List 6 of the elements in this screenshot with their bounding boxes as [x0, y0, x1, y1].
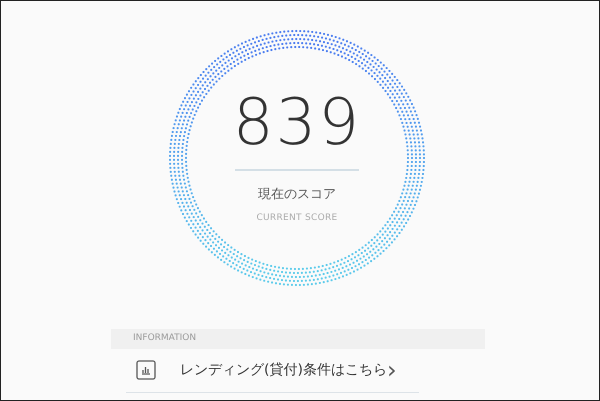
- score-value: 839: [232, 91, 362, 155]
- bar-chart-icon: [136, 360, 156, 380]
- section-heading: INFORMATION: [111, 329, 485, 348]
- score-sublabel: CURRENT SCORE: [256, 212, 338, 224]
- score-label: 現在のスコア: [258, 186, 336, 204]
- chevron-icon: ›: [386, 358, 397, 382]
